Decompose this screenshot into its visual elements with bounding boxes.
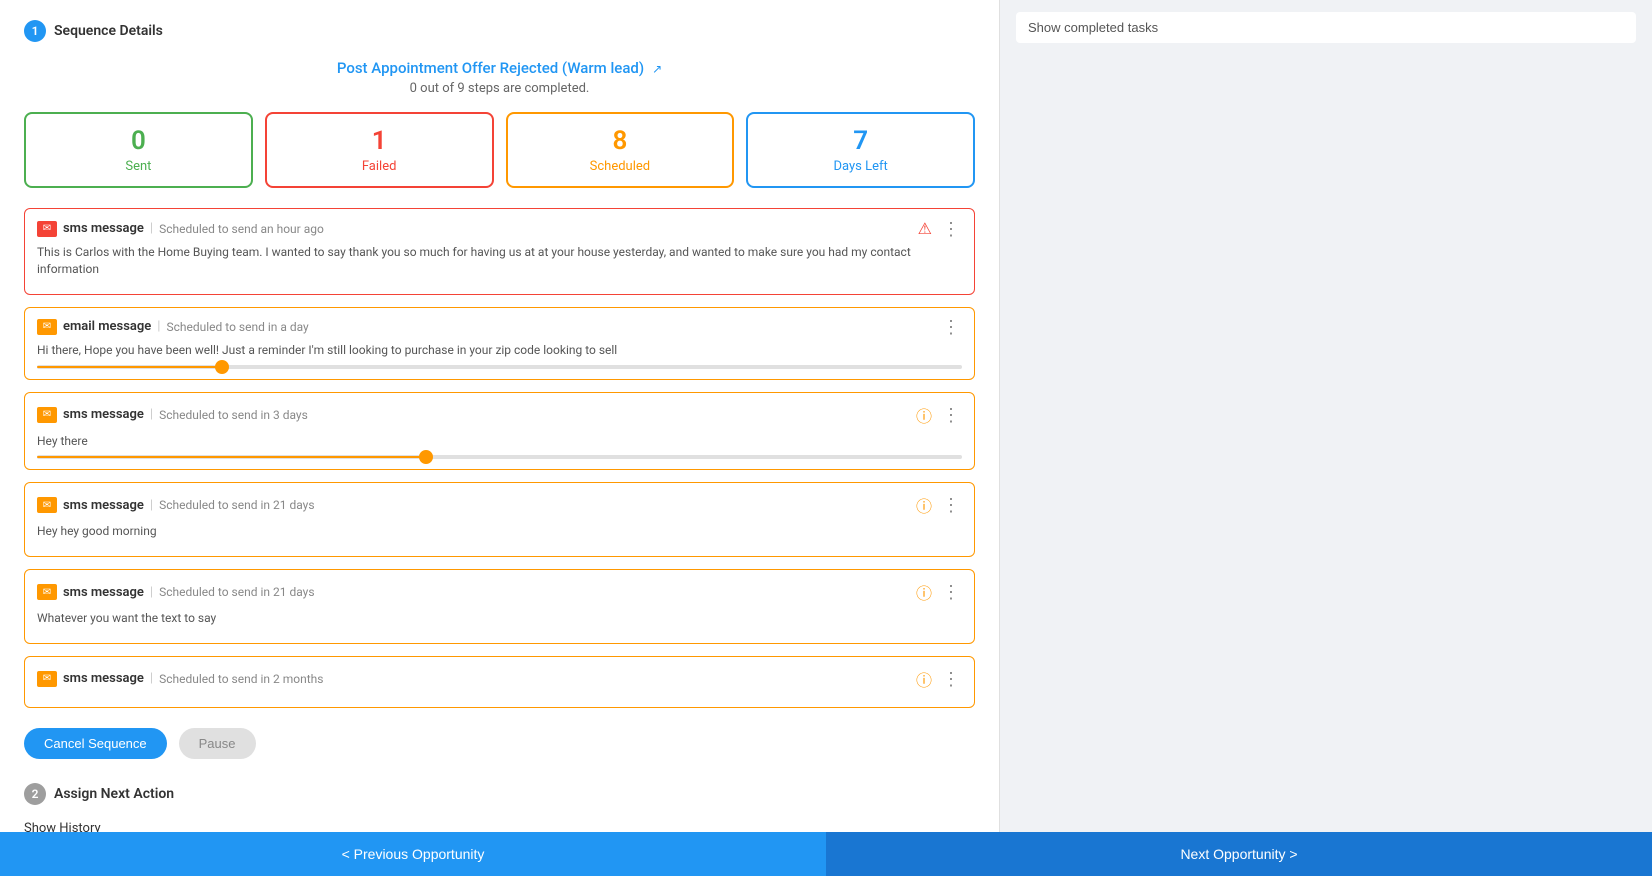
message-item-2: ✉ email message | Scheduled to send in a…: [24, 307, 975, 380]
bottom-nav: < Previous Opportunity Next Opportunity …: [0, 832, 1652, 876]
stat-scheduled: 8 Scheduled: [506, 112, 735, 188]
sms-icon-3: ✉: [37, 407, 57, 423]
prev-opportunity-button[interactable]: < Previous Opportunity: [0, 832, 826, 876]
sms-icon-4: ✉: [37, 497, 57, 513]
msg-more-btn-2[interactable]: ⋮: [940, 318, 962, 336]
warning-icon-3: ⓘ: [916, 403, 932, 427]
msg-actions-6: ⓘ ⋮: [916, 667, 962, 691]
msg-schedule-1: Scheduled to send an hour ago: [159, 222, 912, 236]
stat-failed: 1 Failed: [265, 112, 494, 188]
msg-type-2: email message: [63, 319, 151, 334]
slider-track-2[interactable]: [37, 365, 962, 369]
sms-icon-6: ✉: [37, 671, 57, 687]
stat-scheduled-label: Scheduled: [520, 159, 721, 174]
message-header-3: ✉ sms message | Scheduled to send in 3 d…: [37, 403, 962, 427]
warning-icon-4: ⓘ: [916, 493, 932, 517]
sequence-progress: 0 out of 9 steps are completed.: [24, 81, 975, 96]
msg-content-2: Hi there, Hope you have been well! Just …: [37, 342, 962, 359]
message-header-4: ✉ sms message | Scheduled to send in 21 …: [37, 493, 962, 517]
msg-actions-4: ⓘ ⋮: [916, 493, 962, 517]
slider-thumb-3[interactable]: [419, 450, 433, 464]
stat-days-left-label: Days Left: [760, 159, 961, 174]
message-item-5: ✉ sms message | Scheduled to send in 21 …: [24, 569, 975, 644]
message-item-1: ✉ sms message | Scheduled to send an hou…: [24, 208, 975, 295]
msg-type-5: sms message: [63, 585, 144, 600]
stats-row: 0 Sent 1 Failed 8 Scheduled 7 Days Left: [24, 112, 975, 188]
msg-actions-2: ⋮: [940, 318, 962, 336]
msg-more-btn-5[interactable]: ⋮: [940, 583, 962, 601]
warning-icon-1: ⚠: [918, 219, 932, 238]
left-panel: 1 Sequence Details Post Appointment Offe…: [0, 0, 1000, 832]
email-icon-2: ✉: [37, 319, 57, 335]
stat-sent-value: 0: [38, 126, 239, 157]
stat-sent-label: Sent: [38, 159, 239, 174]
stat-failed-value: 1: [279, 126, 480, 157]
msg-schedule-5: Scheduled to send in 21 days: [159, 585, 910, 599]
msg-content-4: Hey hey good morning: [37, 523, 962, 540]
warning-icon-6: ⓘ: [916, 667, 932, 691]
sequence-name: Post Appointment Offer Rejected (Warm le…: [337, 59, 644, 77]
msg-type-4: sms message: [63, 498, 144, 513]
messages-list: ✉ sms message | Scheduled to send an hou…: [24, 208, 975, 708]
cancel-sequence-button[interactable]: Cancel Sequence: [24, 728, 167, 759]
slider-fill-3: [37, 456, 426, 458]
stat-days-left-value: 7: [760, 126, 961, 157]
msg-schedule-3: Scheduled to send in 3 days: [159, 408, 910, 422]
msg-actions-5: ⓘ ⋮: [916, 580, 962, 604]
slider-fill-2: [37, 366, 222, 368]
sequence-name-row: Post Appointment Offer Rejected (Warm le…: [24, 58, 975, 77]
msg-content-5: Whatever you want the text to say: [37, 610, 962, 627]
msg-type-1: sms message: [63, 221, 144, 236]
show-history-link[interactable]: Show History: [24, 821, 101, 832]
slider-track-3[interactable]: [37, 455, 962, 459]
msg-schedule-2: Scheduled to send in a day: [166, 320, 934, 334]
msg-type-6: sms message: [63, 671, 144, 686]
warning-icon-5: ⓘ: [916, 580, 932, 604]
msg-actions-3: ⓘ ⋮: [916, 403, 962, 427]
stat-scheduled-value: 8: [520, 126, 721, 157]
sequence-title-block: Post Appointment Offer Rejected (Warm le…: [24, 58, 975, 96]
msg-content-3: Hey there: [37, 433, 962, 450]
message-header-2: ✉ email message | Scheduled to send in a…: [37, 318, 962, 336]
section1-title: Sequence Details: [54, 23, 163, 39]
msg-type-3: sms message: [63, 407, 144, 422]
msg-more-btn-3[interactable]: ⋮: [940, 406, 962, 424]
section1-header: 1 Sequence Details: [24, 20, 975, 42]
stat-failed-label: Failed: [279, 159, 480, 174]
msg-more-btn-1[interactable]: ⋮: [940, 220, 962, 238]
show-completed-button[interactable]: Show completed tasks: [1016, 12, 1636, 43]
message-item-3: ✉ sms message | Scheduled to send in 3 d…: [24, 392, 975, 471]
section2-header: 2 Assign Next Action: [24, 783, 975, 805]
msg-actions-1: ⚠ ⋮: [918, 219, 962, 238]
message-header-6: ✉ sms message | Scheduled to send in 2 m…: [37, 667, 962, 691]
pause-button[interactable]: Pause: [179, 728, 256, 759]
section2-title: Assign Next Action: [54, 786, 174, 802]
action-buttons: Cancel Sequence Pause: [24, 728, 975, 759]
message-item-4: ✉ sms message | Scheduled to send in 21 …: [24, 482, 975, 557]
msg-more-btn-4[interactable]: ⋮: [940, 496, 962, 514]
section1-number: 1: [24, 20, 46, 42]
message-header-1: ✉ sms message | Scheduled to send an hou…: [37, 219, 962, 238]
sms-icon-5: ✉: [37, 584, 57, 600]
msg-content-1: This is Carlos with the Home Buying team…: [37, 244, 962, 278]
next-opportunity-button[interactable]: Next Opportunity >: [826, 832, 1652, 876]
slider-thumb-2[interactable]: [215, 360, 229, 374]
external-link-icon[interactable]: ↗: [652, 62, 662, 76]
msg-schedule-4: Scheduled to send in 21 days: [159, 498, 910, 512]
stat-days-left: 7 Days Left: [746, 112, 975, 188]
message-item-6: ✉ sms message | Scheduled to send in 2 m…: [24, 656, 975, 708]
message-header-5: ✉ sms message | Scheduled to send in 21 …: [37, 580, 962, 604]
right-panel: Show completed tasks: [1000, 0, 1652, 832]
msg-more-btn-6[interactable]: ⋮: [940, 670, 962, 688]
msg-schedule-6: Scheduled to send in 2 months: [159, 672, 910, 686]
section2-number: 2: [24, 783, 46, 805]
sms-icon-1: ✉: [37, 221, 57, 237]
stat-sent: 0 Sent: [24, 112, 253, 188]
